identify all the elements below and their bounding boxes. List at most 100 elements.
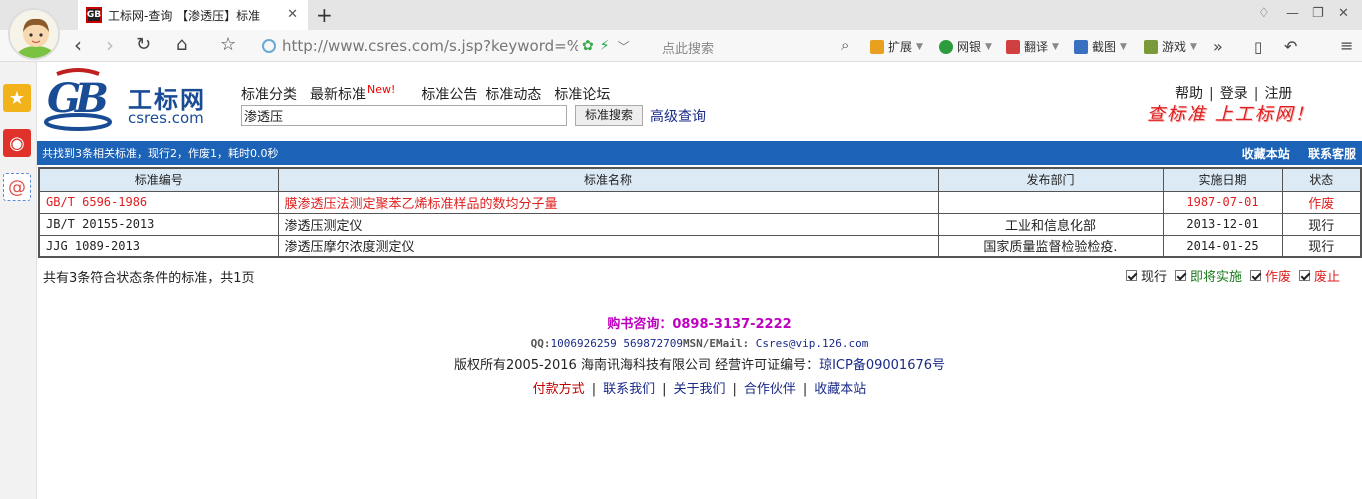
new-tab-icon[interactable]: + xyxy=(316,3,333,27)
address-text[interactable]: http://www.csres.com/s.jsp?keyword=% xyxy=(282,37,578,55)
publisher-cell: 工业和信息化部 xyxy=(937,212,1164,236)
lightning-icon[interactable]: ⚡ xyxy=(600,38,610,54)
extension-label: 网银 xyxy=(957,40,982,54)
minimize-icon[interactable]: — xyxy=(1286,6,1299,21)
extension-expand[interactable]: 扩展 ▼ xyxy=(870,38,923,55)
bookmark-footer-link[interactable]: 收藏本站 xyxy=(814,382,866,397)
nav-announcements[interactable]: 标准公告 xyxy=(421,84,477,104)
close-tab-icon[interactable]: ✕ xyxy=(287,7,298,22)
standard-name-link[interactable]: 渗透压摩尔浓度测定仪 xyxy=(277,234,939,258)
filter-upcoming[interactable]: 即将实施 xyxy=(1175,266,1242,285)
extension-screenshot[interactable]: 截图 ▼ xyxy=(1074,38,1127,55)
search-icon[interactable]: ⌕ xyxy=(841,36,849,54)
standard-name-link[interactable]: 膜渗透压法测定聚苯乙烯标准样品的数均分子量 xyxy=(277,190,939,214)
site-info-icon[interactable] xyxy=(262,39,276,53)
phone-icon[interactable]: ▯ xyxy=(1254,36,1262,58)
filter-label: 作废 xyxy=(1265,270,1292,285)
star-icon[interactable]: ☆ xyxy=(220,34,236,56)
site-slogan: 查标准 上工标网！ xyxy=(1147,104,1315,125)
chevron-down-icon: ▼ xyxy=(985,41,992,52)
refresh-green-icon[interactable]: ✿ xyxy=(582,38,594,54)
filter-current[interactable]: 现行 xyxy=(1126,266,1167,285)
undo-icon[interactable]: ↶ xyxy=(1284,36,1297,58)
contact-us-link[interactable]: 联系我们 xyxy=(603,382,655,397)
email-link[interactable]: Csres@vip.126.com xyxy=(756,337,869,350)
standard-code-link[interactable]: JJG 1089-2013 xyxy=(38,234,279,258)
filter-abolished[interactable]: 废止 xyxy=(1299,266,1340,285)
payment-link[interactable]: 付款方式 xyxy=(533,382,585,397)
status-cell: 现行 xyxy=(1281,234,1362,258)
standard-name-link[interactable]: 渗透压测定仪 xyxy=(277,212,939,236)
browser-tab[interactable]: GB 工标网-查询 【渗透压】标准 ✕ xyxy=(78,0,308,30)
nav-forum[interactable]: 标准论坛 xyxy=(554,84,610,104)
extension-translate[interactable]: 翻译 ▼ xyxy=(1006,38,1059,55)
nav-standard-category[interactable]: 标准分类 xyxy=(241,84,297,104)
weibo-icon[interactable]: ◉ xyxy=(3,129,31,157)
checkbox[interactable] xyxy=(1126,270,1137,281)
column-header-code: 标准编号 xyxy=(38,167,279,192)
site-footer: 购书咨询：0898-3137-2222 QQ:1006926259 569872… xyxy=(37,313,1362,397)
separator: | xyxy=(591,382,597,397)
footer-links: 付款方式 | 联系我们 | 关于我们 | 合作伙伴 | 收藏本站 xyxy=(37,378,1362,397)
standard-code-link[interactable]: GB/T 6596-1986 xyxy=(38,190,279,214)
address-bar[interactable]: http://www.csres.com/s.jsp?keyword=% ✿ ⚡… xyxy=(262,34,644,58)
favorites-star-icon[interactable]: ★ xyxy=(3,84,31,112)
browser-toolbar: ‹ › ↻ ⌂ ☆ http://www.csres.com/s.jsp?key… xyxy=(0,30,1362,62)
nav-news[interactable]: 标准动态 xyxy=(485,84,541,104)
extension-label: 游戏 xyxy=(1162,40,1187,54)
icp-link[interactable]: 琼ICP备09001676号 xyxy=(819,358,945,373)
menu-icon[interactable]: ≡ xyxy=(1340,35,1353,57)
site-logo-icon[interactable]: G B xyxy=(43,66,113,132)
copyright-text: 版权所有2005-2016 海南讯海科技有限公司 经营许可证编号： xyxy=(453,358,820,373)
more-icon[interactable]: » xyxy=(1213,36,1223,58)
bookmark-site-link[interactable]: 收藏本站 xyxy=(1242,147,1290,161)
logo-english-name: csres.com xyxy=(128,109,204,127)
nav-latest-standards[interactable]: 最新标准New! xyxy=(310,83,408,104)
tab-bar: GB 工标网-查询 【渗透压】标准 ✕ + ♢ — ❐ ✕ xyxy=(0,0,1362,30)
close-window-icon[interactable]: ✕ xyxy=(1338,6,1349,21)
advanced-search-link[interactable]: 高级查询 xyxy=(650,106,706,126)
extension-bank[interactable]: 网银 ▼ xyxy=(939,38,992,55)
results-table: 标准编号 标准名称 发布部门 实施日期 状态 GB/T 6596-1986 膜渗… xyxy=(38,167,1362,258)
restore-icon[interactable]: ❐ xyxy=(1312,6,1324,21)
effective-date-cell: 2013-12-01 xyxy=(1162,212,1283,236)
status-cell: 作废 xyxy=(1281,190,1362,214)
standard-search-input[interactable] xyxy=(241,105,567,126)
standard-search-button[interactable]: 标准搜索 xyxy=(575,105,643,126)
reload-icon[interactable]: ↻ xyxy=(136,34,151,56)
forward-icon[interactable]: › xyxy=(106,34,114,56)
chevron-down-icon: ▼ xyxy=(916,41,923,52)
table-row: JB/T 20155-2013 渗透压测定仪 工业和信息化部 2013-12-0… xyxy=(38,212,1362,236)
tab-title: 工标网-查询 【渗透压】标准 xyxy=(108,8,261,23)
status-cell: 现行 xyxy=(1281,212,1362,236)
home-icon[interactable]: ⌂ xyxy=(176,34,187,56)
qq-numbers[interactable]: 1006926259 569872709 xyxy=(550,337,682,350)
email-icon[interactable]: @ xyxy=(3,173,31,201)
checkbox[interactable] xyxy=(1299,270,1311,281)
filter-obsolete[interactable]: 作废 xyxy=(1250,266,1291,285)
result-summary-bar: 共找到3条相关标准，现行2，作废1，耗时0.0秒 收藏本站 联系客服 xyxy=(37,141,1362,165)
back-icon[interactable]: ‹ xyxy=(74,34,82,56)
checkbox[interactable] xyxy=(1175,270,1187,281)
contact-support-link[interactable]: 联系客服 xyxy=(1308,147,1356,161)
search-input[interactable]: 点此搜索 xyxy=(662,38,714,57)
checkbox[interactable] xyxy=(1250,270,1262,281)
separator: | xyxy=(732,382,737,397)
copyright-line: 版权所有2005-2016 海南讯海科技有限公司 经营许可证编号：琼ICP备09… xyxy=(37,354,1362,373)
table-row: GB/T 6596-1986 膜渗透压法测定聚苯乙烯标准样品的数均分子量 198… xyxy=(38,190,1362,214)
separator: | xyxy=(802,382,808,397)
chevron-down-icon[interactable]: ﹀ xyxy=(618,38,630,55)
chevron-down-icon: ▼ xyxy=(1190,41,1197,52)
user-avatar[interactable] xyxy=(8,8,60,60)
standard-code-link[interactable]: JB/T 20155-2013 xyxy=(38,212,279,236)
column-header-state: 状态 xyxy=(1281,167,1362,192)
skin-icon[interactable]: ♢ xyxy=(1258,6,1270,21)
extension-games[interactable]: 游戏 ▼ xyxy=(1144,38,1197,55)
about-us-link[interactable]: 关于我们 xyxy=(673,382,725,397)
status-filters: 现行 即将实施 作废 废止 xyxy=(1118,266,1340,285)
publisher-cell xyxy=(937,190,1164,214)
extension-label: 截图 xyxy=(1092,40,1117,54)
nav-label: 最新标准 xyxy=(310,87,366,103)
partners-link[interactable]: 合作伙伴 xyxy=(744,382,796,397)
top-navigation: 标准分类 最新标准New! 标准公告 标准动态 标准论坛 xyxy=(241,83,623,104)
